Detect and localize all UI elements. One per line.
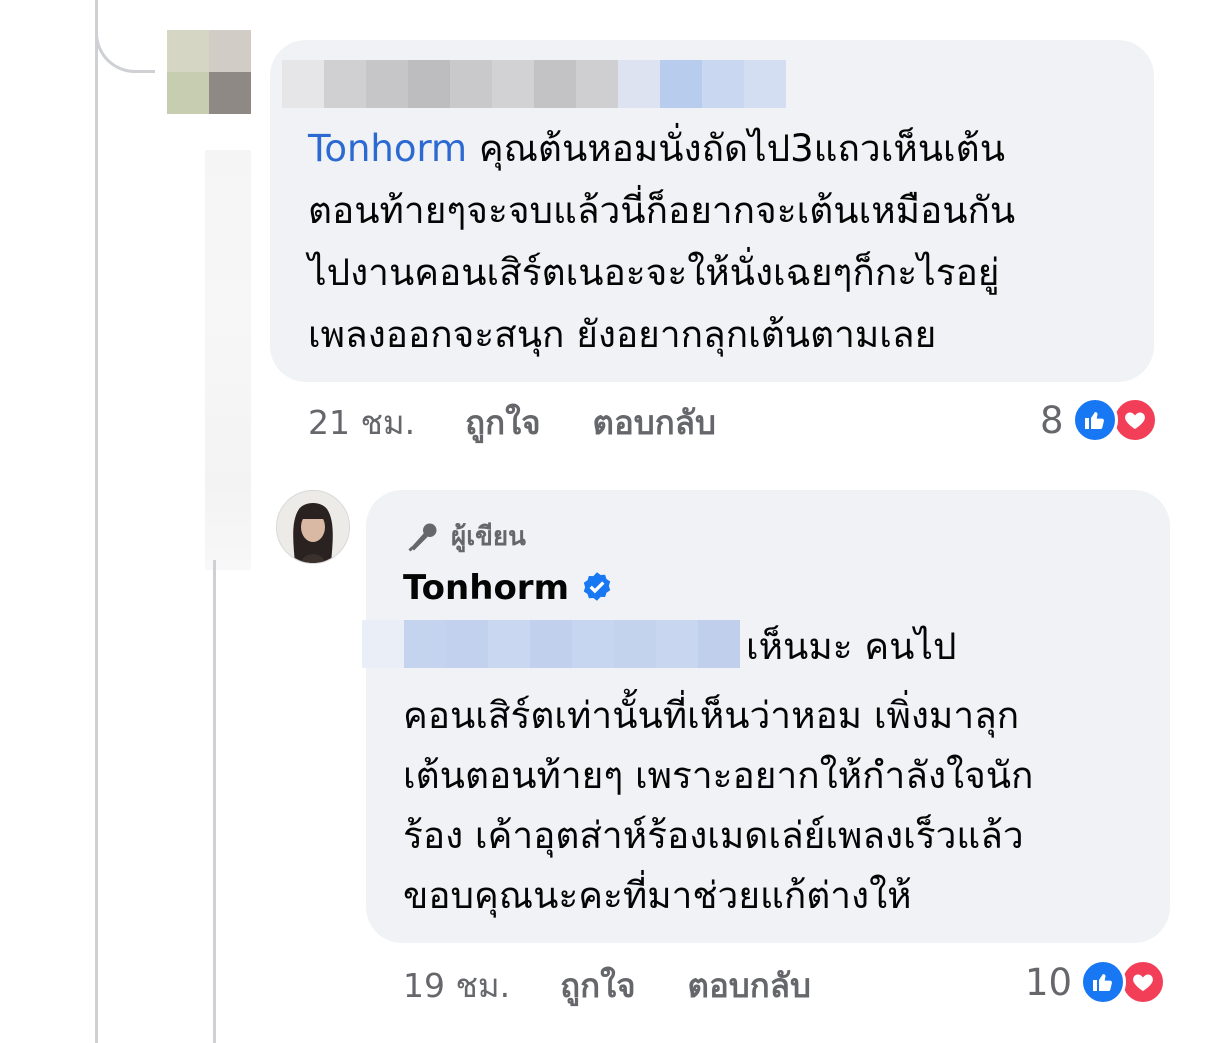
reply-text-first-line: เห็นมะ คนไป xyxy=(746,625,957,668)
love-icon xyxy=(1120,959,1167,1005)
comment-actions: 21 ชม. ถูกใจ ตอบกลับ xyxy=(308,400,716,444)
reaction-count: 8 xyxy=(1040,398,1064,442)
love-icon xyxy=(1111,397,1158,443)
author-portrait-icon xyxy=(277,491,349,563)
redacted-commenter-name[interactable] xyxy=(282,60,786,108)
author-name[interactable]: Tonhorm xyxy=(403,568,569,608)
comment-text: Tonhorm คุณต้นหอมนั่งถัดไป3แถวเห็นเต้น ต… xyxy=(308,127,1016,356)
thread-connector-curve xyxy=(95,0,155,73)
like-button[interactable]: ถูกใจ xyxy=(560,959,635,1012)
redacted-mention[interactable] xyxy=(362,620,740,668)
reaction-count: 10 xyxy=(1025,960,1073,1004)
blurred-region xyxy=(205,150,251,570)
thread-line-outer xyxy=(95,0,98,1043)
thread-line-reply xyxy=(213,560,216,1043)
author-avatar[interactable] xyxy=(276,490,350,564)
reply-text: คอนเสิร์ตเท่านั้นที่เห็นว่าหอม เพิ่งมาลุ… xyxy=(403,694,1034,917)
like-button[interactable]: ถูกใจ xyxy=(465,396,540,449)
reply-button[interactable]: ตอบกลับ xyxy=(593,396,716,449)
microphone-icon xyxy=(408,523,437,552)
like-icon xyxy=(1071,397,1118,443)
verified-badge-icon xyxy=(583,572,611,601)
author-badge: ผู้เขียน xyxy=(405,516,526,557)
reply-button[interactable]: ตอบกลับ xyxy=(688,959,811,1012)
reaction-summary[interactable]: 10 xyxy=(1025,958,1167,1006)
mention-link[interactable]: Tonhorm xyxy=(308,127,467,170)
author-badge-label: ผู้เขียน xyxy=(451,522,526,552)
like-icon xyxy=(1080,959,1127,1005)
timestamp[interactable]: 19 ชม. xyxy=(403,959,510,1012)
timestamp[interactable]: 21 ชม. xyxy=(308,396,415,449)
author-name-row: Tonhorm xyxy=(403,568,615,608)
reaction-summary[interactable]: 8 xyxy=(1040,396,1158,444)
reply-actions: 19 ชม. ถูกใจ ตอบกลับ xyxy=(403,963,811,1007)
avatar[interactable] xyxy=(167,30,251,114)
